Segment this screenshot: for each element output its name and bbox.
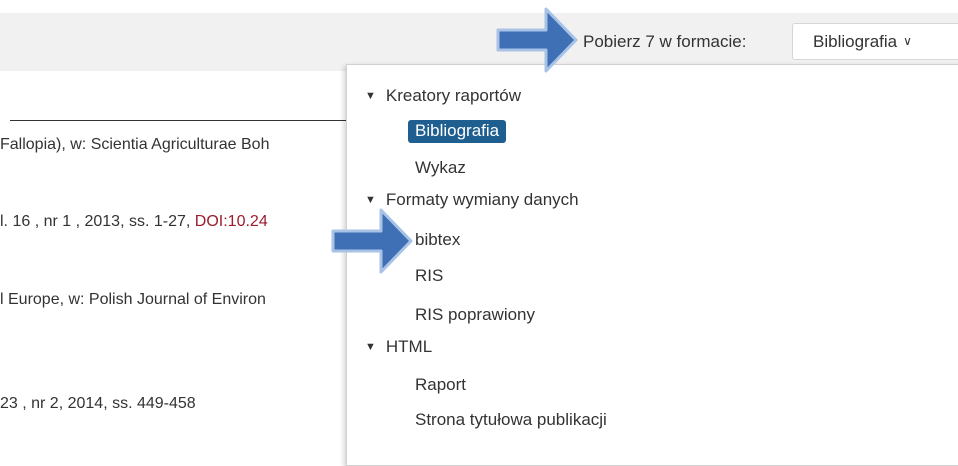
- result-line: 23 , nr 2, 2014, ss. 449-458: [0, 395, 196, 412]
- menu-item-bibliografia[interactable]: Bibliografia: [408, 120, 507, 143]
- arrow-right-icon: [496, 7, 578, 73]
- menu-item-raport[interactable]: Raport: [415, 375, 466, 395]
- arrow-right-icon: [331, 208, 413, 274]
- chevron-down-icon: ∨: [903, 34, 912, 48]
- result-line: l. 16 , nr 1 , 2013, ss. 1-27, DOI:10.24: [0, 213, 268, 230]
- triangle-down-icon: ▼: [365, 341, 376, 353]
- triangle-down-icon: ▼: [365, 194, 376, 206]
- group-html[interactable]: ▼ HTML: [365, 337, 432, 357]
- doi-link[interactable]: DOI:10.24: [195, 213, 268, 230]
- result-line: l Europe, w: Polish Journal of Environ: [0, 291, 266, 308]
- triangle-down-icon: ▼: [365, 90, 376, 102]
- menu-item-bibtex[interactable]: bibtex: [415, 230, 460, 250]
- result-line: Fallopia), w: Scientia Agriculturae Boh: [0, 136, 270, 153]
- menu-item-wykaz[interactable]: Wykaz: [415, 158, 466, 178]
- format-select[interactable]: Bibliografia ∨: [792, 23, 958, 60]
- export-label: Pobierz 7 w formacie:: [583, 32, 747, 51]
- format-select-value: Bibliografia: [813, 32, 898, 51]
- menu-item-strona-tytulowa[interactable]: Strona tytułowa publikacji: [415, 410, 607, 430]
- menu-item-ris-poprawiony[interactable]: RIS poprawiony: [415, 305, 535, 325]
- menu-item-ris[interactable]: RIS: [415, 266, 443, 286]
- group-kreatory-raportow[interactable]: ▼ Kreatory raportów: [365, 86, 521, 106]
- divider: [10, 120, 350, 121]
